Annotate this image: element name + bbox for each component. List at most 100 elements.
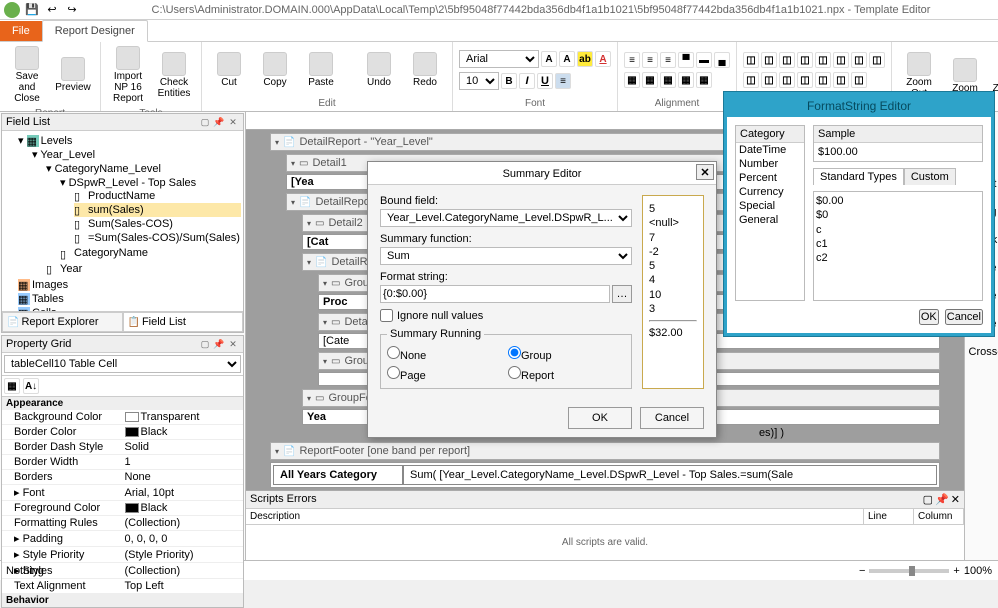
l10-icon[interactable]: ◫ (761, 72, 777, 88)
snap-icon[interactable]: ▦ (642, 72, 658, 88)
tab-standard-types[interactable]: Standard Types (813, 168, 904, 185)
radio-report[interactable] (508, 366, 521, 379)
font-name-select[interactable]: Arial (459, 50, 539, 68)
l5-icon[interactable]: ◫ (815, 52, 831, 68)
radio-group[interactable] (508, 346, 521, 359)
property-object-select[interactable]: tableCell10 Table Cell (4, 355, 241, 373)
fmt-cancel-button[interactable]: Cancel (945, 309, 983, 325)
import-button[interactable]: Import NP 16 Report (107, 44, 149, 106)
l11-icon[interactable]: ◫ (779, 72, 795, 88)
italic-icon[interactable]: I (519, 73, 535, 89)
cell-sum-expr[interactable]: Sum( [Year_Level.CategoryName_Level.DSpw… (403, 465, 937, 485)
zoom-button[interactable]: Zoom (944, 56, 986, 96)
format-string-ellipsis-button[interactable]: … (612, 285, 632, 303)
l15-icon[interactable]: ◫ (851, 72, 867, 88)
save-close-button[interactable]: Save and Close (6, 44, 48, 106)
ignore-null-checkbox[interactable] (380, 309, 393, 322)
pg-pin-icon[interactable]: ▢ (199, 338, 211, 350)
undo-button[interactable]: Undo (358, 50, 400, 90)
justify-icon[interactable]: ≡ (555, 73, 571, 89)
a5-icon[interactable]: ▦ (696, 72, 712, 88)
redo-icon[interactable]: ↪ (64, 2, 80, 18)
back-color-icon[interactable]: ab (577, 51, 593, 67)
se-close-icon[interactable]: ✕ (951, 493, 960, 506)
tab-report-designer[interactable]: Report Designer (42, 20, 148, 42)
se-pin-icon[interactable]: ▢ (923, 493, 933, 506)
pg-auto-icon[interactable]: 📌 (213, 338, 225, 350)
preview-button[interactable]: Preview (52, 55, 94, 95)
autohide-icon[interactable]: 📌 (213, 116, 225, 128)
pin-icon[interactable]: ▢ (199, 116, 211, 128)
summary-close-icon[interactable]: ✕ (696, 164, 714, 180)
l13-icon[interactable]: ◫ (815, 72, 831, 88)
tool-crosstab[interactable]: Cross- (967, 340, 997, 364)
shrink-font-icon[interactable]: A (559, 51, 575, 67)
titlebar: 💾 ↩ ↪ C:\Users\Administrator.DOMAIN.000\… (0, 0, 998, 20)
paste-button[interactable]: Paste (300, 50, 342, 90)
l1-icon[interactable]: ◫ (743, 52, 759, 68)
zoom-in-status-icon[interactable]: + (953, 565, 959, 577)
field-list-tree[interactable]: ▾ ▦Levels ▾ Year_Level ▾ CategoryName_Le… (2, 131, 243, 311)
l3-icon[interactable]: ◫ (779, 52, 795, 68)
check-entities-button[interactable]: Check Entities (153, 50, 195, 101)
l8-icon[interactable]: ◫ (869, 52, 885, 68)
tab-file[interactable]: File (0, 21, 42, 41)
align-top-icon[interactable]: ▀ (678, 52, 694, 68)
zoom-in-button[interactable]: Zoom In (990, 56, 998, 96)
format-string-label: Format string: (380, 271, 632, 283)
align-bot-icon[interactable]: ▄ (714, 52, 730, 68)
close-icon[interactable]: ✕ (227, 116, 239, 128)
l12-icon[interactable]: ◫ (797, 72, 813, 88)
grid-icon[interactable]: ▦ (624, 72, 640, 88)
align-right-icon[interactable]: ≡ (660, 52, 676, 68)
se-auto-icon[interactable]: 📌 (935, 493, 949, 506)
font-size-select[interactable]: 10 (459, 72, 499, 90)
fmt-ok-button[interactable]: OK (919, 309, 939, 325)
summary-function-label: Summary function: (380, 233, 632, 245)
cut-button[interactable]: Cut (208, 50, 250, 90)
pg-cat-icon[interactable]: ▦ (4, 378, 20, 394)
l9-icon[interactable]: ◫ (743, 72, 759, 88)
format-string-input[interactable] (380, 285, 610, 303)
radio-page[interactable] (387, 366, 400, 379)
redo-button[interactable]: Redo (404, 50, 446, 90)
property-grid-title: Property Grid (6, 338, 71, 350)
l2-icon[interactable]: ◫ (761, 52, 777, 68)
fore-color-icon[interactable]: A (595, 51, 611, 67)
format-list[interactable]: $0.00 $0 c c1 c2 (813, 191, 983, 301)
underline-icon[interactable]: U (537, 73, 553, 89)
undo-icon[interactable]: ↩ (44, 2, 60, 18)
radio-none[interactable] (387, 346, 400, 359)
save-icon[interactable]: 💾 (24, 2, 40, 18)
pg-close-icon[interactable]: ✕ (227, 338, 239, 350)
l4-icon[interactable]: ◫ (797, 52, 813, 68)
scripts-errors-title: Scripts Errors (250, 493, 317, 506)
align-center-icon[interactable]: ≡ (642, 52, 658, 68)
bold-icon[interactable]: B (501, 73, 517, 89)
summary-cancel-button[interactable]: Cancel (640, 407, 704, 429)
pg-az-icon[interactable]: A↓ (23, 378, 39, 394)
preview-icon (61, 57, 85, 81)
align-left-icon[interactable]: ≡ (624, 52, 640, 68)
zoom-slider[interactable] (869, 569, 949, 573)
copy-button[interactable]: Copy (254, 50, 296, 90)
l7-icon[interactable]: ◫ (851, 52, 867, 68)
align-mid-icon[interactable]: ▬ (696, 52, 712, 68)
group-font-label: Font (459, 96, 611, 109)
summary-ok-button[interactable]: OK (568, 407, 632, 429)
tab-field-list[interactable]: 📋Field List (123, 312, 244, 332)
tab-custom[interactable]: Custom (904, 168, 956, 185)
tab-report-explorer[interactable]: 📄Report Explorer (2, 312, 123, 332)
summary-function-select[interactable]: Sum (380, 247, 632, 265)
grow-font-icon[interactable]: A (541, 51, 557, 67)
summary-running-legend: Summary Running (387, 328, 484, 340)
l14-icon[interactable]: ◫ (833, 72, 849, 88)
a3-icon[interactable]: ▦ (660, 72, 676, 88)
import-icon (116, 46, 140, 70)
zoom-out-status-icon[interactable]: − (859, 565, 865, 577)
l6-icon[interactable]: ◫ (833, 52, 849, 68)
a4-icon[interactable]: ▦ (678, 72, 694, 88)
bound-field-select[interactable]: Year_Level.CategoryName_Level.DSpwR_L... (380, 209, 632, 227)
category-list[interactable]: DateTime Number Percent Currency Special… (736, 143, 804, 243)
cell-all-years[interactable]: All Years Category (273, 465, 403, 485)
